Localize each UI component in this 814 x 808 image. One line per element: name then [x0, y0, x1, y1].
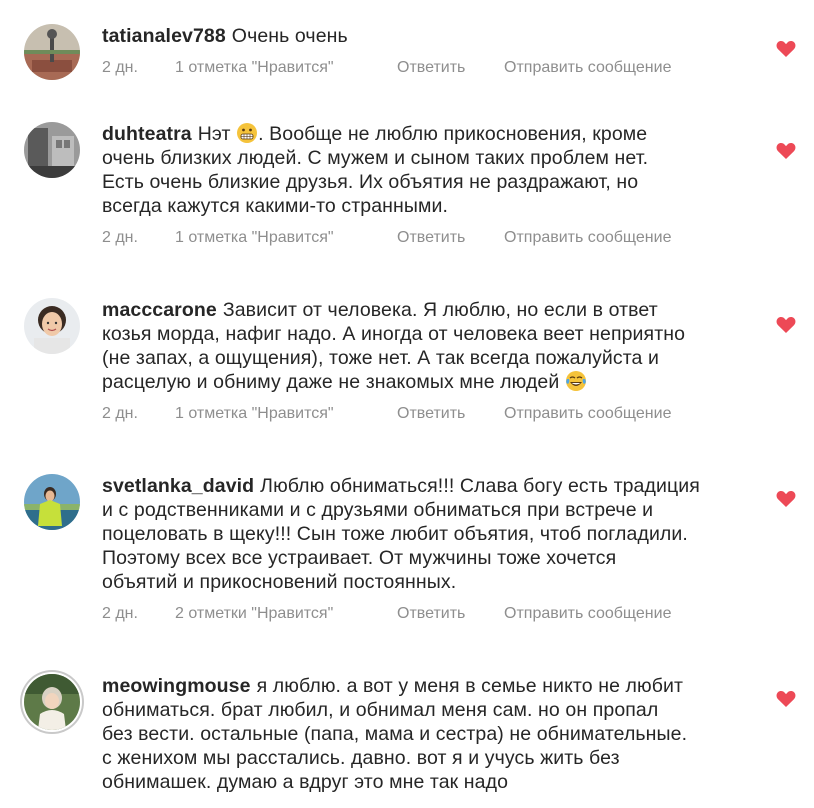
avatar[interactable]	[24, 298, 80, 354]
comment-text: svetlanka_david Люблю обниматься!!! Слава…	[102, 474, 754, 594]
avatar[interactable]	[24, 674, 80, 730]
send-message-button[interactable]: Отправить сообщение	[504, 404, 671, 424]
comment-time[interactable]: 2 дн.	[102, 604, 175, 624]
comment-text: meowingmouse я люблю. а вот у меня в семь…	[102, 674, 754, 794]
comment-meta: 2 дн. 1 отметка "Нравится" Ответить Отпр…	[102, 404, 754, 424]
comment-meta: 2 дн. 2 отметки "Нравится" Ответить Отпр…	[102, 604, 754, 624]
avatar[interactable]	[24, 122, 80, 178]
comment-likes-count[interactable]: 1 отметка "Нравится"	[175, 404, 397, 424]
reply-button[interactable]: Ответить	[397, 58, 504, 78]
comment-likes-count[interactable]: 1 отметка "Нравится"	[175, 228, 397, 248]
send-message-button[interactable]: Отправить сообщение	[504, 228, 671, 248]
heart-icon[interactable]	[776, 690, 796, 708]
tears-of-joy-emoji-icon	[565, 370, 587, 392]
comment-username[interactable]: tatianalev788	[102, 25, 226, 47]
comment-username[interactable]: macccarone	[102, 299, 217, 321]
comment-username[interactable]: svetlanka_david	[102, 475, 254, 497]
reply-button[interactable]: Ответить	[397, 604, 504, 624]
comment-text: macccarone Зависит от человека. Я люблю, …	[102, 298, 754, 394]
comment-username[interactable]: duhteatra	[102, 123, 192, 145]
comment-body: Очень очень	[231, 25, 348, 47]
comment-meta: 2 дн. 1 отметка "Нравится" Ответить Отпр…	[102, 58, 754, 78]
comment-text: tatianalev788 Очень очень	[102, 24, 754, 48]
heart-icon[interactable]	[776, 142, 796, 160]
comment-time[interactable]: 2 дн.	[102, 228, 175, 248]
reply-button[interactable]: Ответить	[397, 228, 504, 248]
comment-time[interactable]: 2 дн.	[102, 404, 175, 424]
reply-button[interactable]: Ответить	[397, 404, 504, 424]
send-message-button[interactable]: Отправить сообщение	[504, 604, 671, 624]
comment-username[interactable]: meowingmouse	[102, 675, 251, 697]
comment-likes-count[interactable]: 1 отметка "Нравится"	[175, 58, 397, 78]
comment-time[interactable]: 2 дн.	[102, 58, 175, 78]
comment-meta: 2 дн. 1 отметка "Нравится" Ответить Отпр…	[102, 228, 754, 248]
heart-icon[interactable]	[776, 40, 796, 58]
comment-text: duhteatra Нэт . Вообще не люблю прикоснов…	[102, 122, 754, 218]
avatar[interactable]	[24, 474, 80, 530]
send-message-button[interactable]: Отправить сообщение	[504, 58, 671, 78]
comment-body-start: Нэт	[197, 123, 231, 145]
grimacing-face-emoji-icon	[236, 122, 258, 144]
heart-icon[interactable]	[776, 490, 796, 508]
heart-icon[interactable]	[776, 316, 796, 334]
avatar[interactable]	[24, 24, 80, 80]
comment-likes-count[interactable]: 2 отметки "Нравится"	[175, 604, 397, 624]
